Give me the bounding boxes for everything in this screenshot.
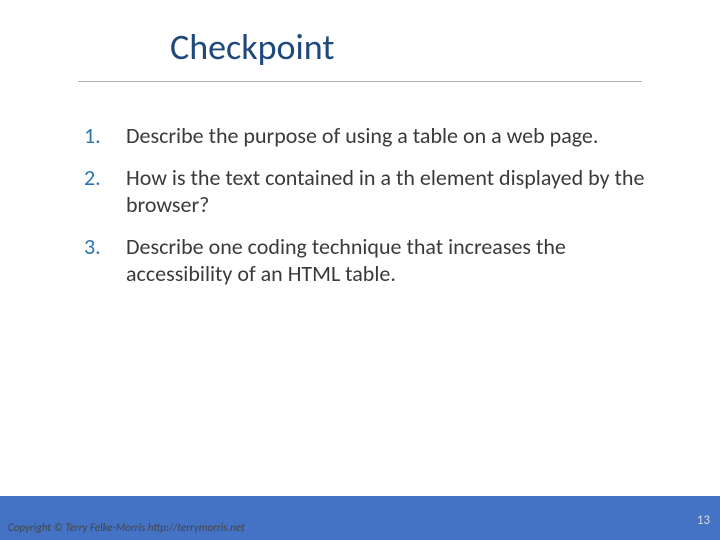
copyright-text: Copyright © Terry Felke-Morris http://te… — [8, 521, 245, 534]
slide-title: Checkpoint — [0, 0, 720, 81]
page-number: 13 — [697, 513, 710, 528]
list-item: Describe the purpose of using a table on… — [78, 122, 660, 150]
list-item: How is the text contained in a th elemen… — [78, 164, 660, 219]
list-item: Describe one coding technique that incre… — [78, 233, 660, 288]
checkpoint-list: Describe the purpose of using a table on… — [78, 122, 660, 288]
slide-body: Describe the purpose of using a table on… — [0, 82, 720, 288]
